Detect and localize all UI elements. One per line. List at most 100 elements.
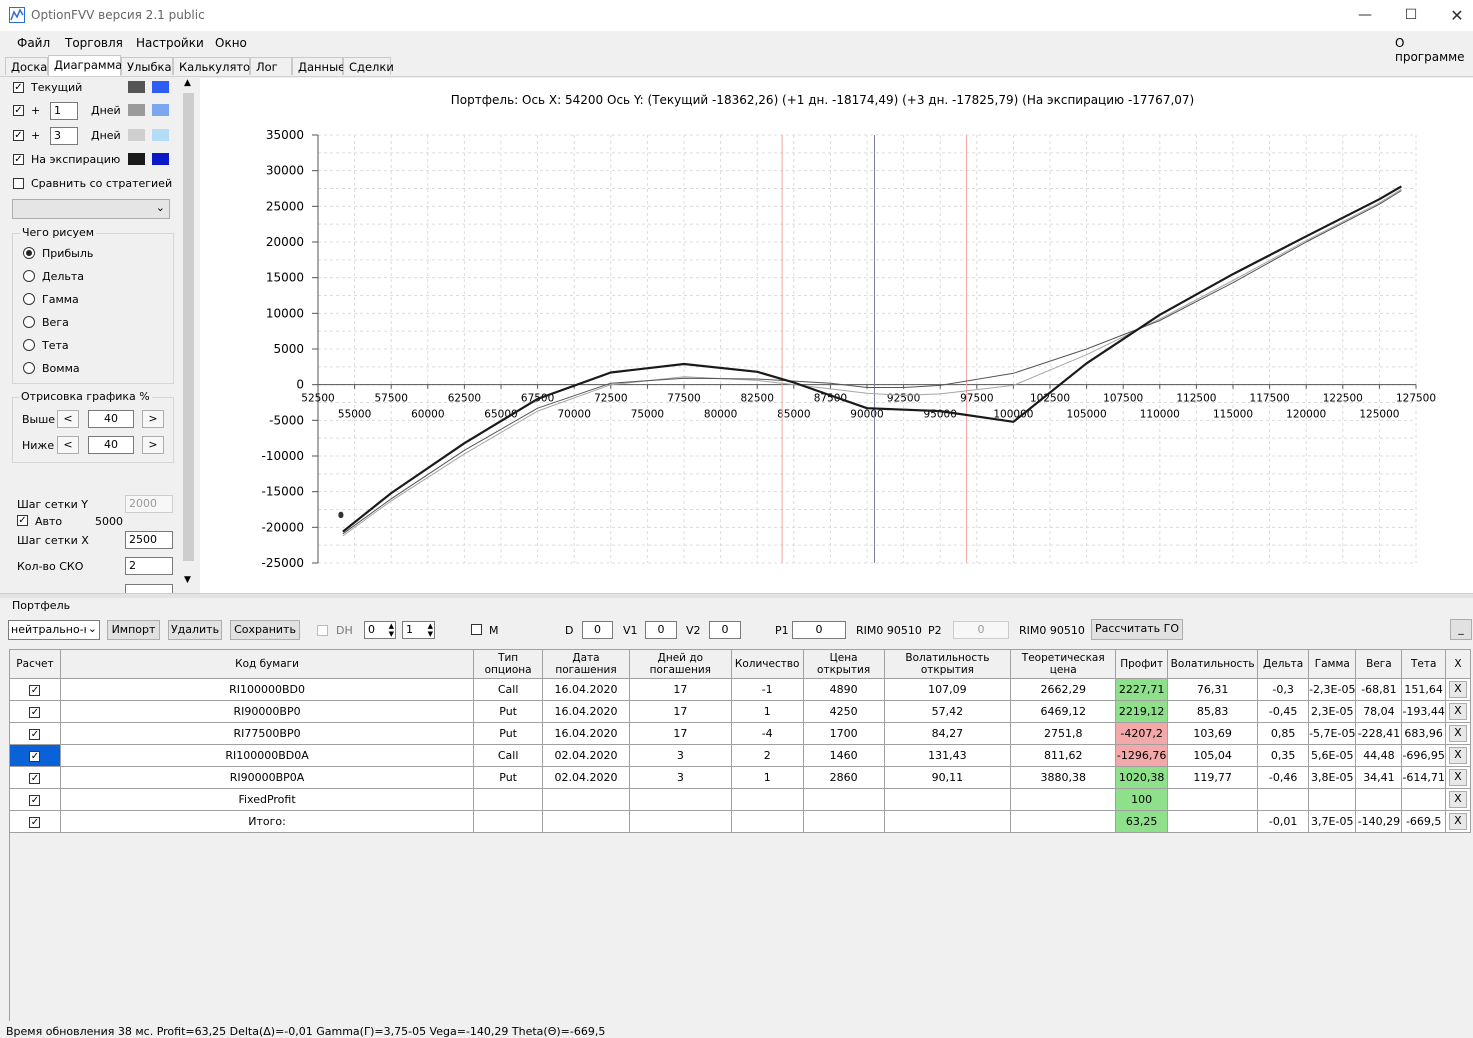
days1-color-swatch[interactable] [128,104,145,116]
days1-color-swatch-2[interactable] [152,104,169,116]
col-gamma[interactable]: Гамма [1308,649,1357,679]
table-row[interactable]: ✓ RI100000BD0A Call 02.04.2020 3 2 1460 131,43 8… [9,744,1472,767]
compare-checkbox[interactable] [13,178,24,189]
scroll-thumb[interactable] [183,93,194,561]
col-qty[interactable]: Количество [730,649,804,679]
days2-input[interactable]: 3 [50,127,78,145]
minimize-panel-button[interactable]: _ [1450,619,1472,640]
radio-delta[interactable] [23,270,35,282]
remove-row-button[interactable]: X [1448,813,1467,830]
strategy-compare-select[interactable]: ⌄ [12,199,170,219]
menu-settings[interactable]: Настройки [136,36,204,50]
tab-calculator[interactable]: Калькулятор [173,57,257,75]
tab-diagram[interactable]: Диаграмма [48,55,122,76]
v2-input[interactable]: 0 [709,621,741,639]
col-open-vol[interactable]: Волатильность открытия [883,649,1012,679]
maximize-button[interactable]: ☐ [1388,0,1434,31]
calc-checkbox-cell[interactable]: ✓ [9,810,61,833]
gridy-input[interactable]: 2000 [125,495,173,513]
remove-row-button[interactable]: X [1448,769,1467,786]
menu-trading[interactable]: Торговля [65,36,123,50]
col-remove[interactable]: X [1444,649,1472,679]
v1-input[interactable]: 0 [645,621,677,639]
remove-row-button[interactable]: X [1448,681,1467,698]
sko-input[interactable]: 2 [125,557,173,575]
radio-vega[interactable] [23,316,35,328]
days2-color-swatch-2[interactable] [152,129,169,141]
col-open-price[interactable]: Цена открытия [802,649,885,679]
col-theta[interactable]: Тета [1401,649,1446,679]
above-increase-button[interactable]: > [142,410,164,428]
days2-color-swatch[interactable] [128,129,145,141]
current-color-swatch-2[interactable] [152,81,169,93]
below-increase-button[interactable]: > [142,436,164,454]
below-input[interactable]: 40 [88,436,134,454]
calc-checkbox-cell[interactable]: ✓ [9,678,61,701]
col-expiry-date[interactable]: Дата погашения [542,649,630,679]
col-vega[interactable]: Вега [1355,649,1403,679]
scroll-down-icon[interactable]: ▼ [184,575,191,585]
table-row[interactable]: ✓ FixedProfit 100 X [9,788,1472,811]
calc-margin-button[interactable]: Рассчитать ГО [1091,619,1183,640]
next-input[interactable] [125,584,173,593]
col-days[interactable]: Дней до погашения [628,649,732,679]
spin2-input[interactable]: 1 ▲ ▼ [402,621,435,639]
splitter[interactable] [0,593,1473,598]
calc-checkbox[interactable]: ✓ [29,817,41,828]
tab-board[interactable]: Доска [5,57,48,75]
calc-checkbox[interactable]: ✓ [29,729,41,740]
calc-checkbox[interactable]: ✓ [29,751,41,762]
import-button[interactable]: Импорт [107,620,160,640]
spinner-icon[interactable]: ▲ ▼ [389,622,394,638]
spin1-input[interactable]: 0 ▲ ▼ [364,621,396,639]
gridx-input[interactable]: 2500 [125,531,173,549]
scroll-up-icon[interactable]: ▲ [184,78,191,88]
calc-checkbox[interactable]: ✓ [29,707,41,718]
delete-button[interactable]: Удалить [168,620,222,640]
radio-gamma[interactable] [23,293,35,305]
expiry-color-swatch[interactable] [128,153,145,165]
col-code[interactable]: Код бумаги [59,649,475,679]
tab-data[interactable]: Данные [292,57,345,75]
expiry-color-swatch-2[interactable] [152,153,169,165]
spinner-icon-2[interactable]: ▲ ▼ [428,622,433,638]
tab-smile[interactable]: Улыбка [121,57,173,75]
remove-row-button[interactable]: X [1448,703,1467,720]
plus-days1-checkbox[interactable]: ✓ [13,105,24,116]
left-scrollbar[interactable]: ▲ ▼ [181,77,196,589]
calc-checkbox[interactable]: ✓ [29,773,41,784]
calc-checkbox-cell[interactable]: ✓ [9,788,61,811]
menu-about[interactable]: О программе [1395,36,1473,64]
p1-input[interactable]: 0 [792,621,846,639]
radio-vomma[interactable] [23,362,35,374]
close-button[interactable]: ✕ [1434,0,1473,31]
remove-row-button[interactable]: X [1448,747,1467,764]
current-color-swatch[interactable] [128,81,145,93]
calc-checkbox-cell[interactable]: ✓ [9,766,61,789]
auto-checkbox[interactable]: ✓ [17,515,28,526]
calc-checkbox[interactable]: ✓ [29,795,41,806]
col-calc[interactable]: Расчет [9,649,61,679]
dh-checkbox[interactable] [317,625,328,636]
d-input[interactable]: 0 [582,621,613,639]
table-row[interactable]: ✓ RI90000BP0A Put 02.04.2020 3 1 2860 90,11 3880… [9,766,1472,789]
col-profit[interactable]: Профит [1115,649,1169,679]
tab-log[interactable]: Лог [250,57,292,75]
above-decrease-button[interactable]: < [57,410,79,428]
tab-deals[interactable]: Сделки [343,57,394,75]
table-row[interactable]: ✓ RI90000BP0 Put 16.04.2020 17 1 4250 57,42 6469… [9,700,1472,723]
menu-file[interactable]: Файл [17,36,50,50]
minimize-button[interactable]: — [1342,0,1388,31]
save-button[interactable]: Сохранить [230,620,300,640]
col-delta[interactable]: Дельта [1257,649,1310,679]
table-row[interactable]: ✓ RI100000BD0 Call 16.04.2020 17 -1 4890 107,09… [9,678,1472,701]
current-checkbox[interactable]: ✓ [13,82,24,93]
radio-theta[interactable] [23,339,35,351]
menu-window[interactable]: Окно [215,36,247,50]
radio-profit[interactable] [23,247,35,259]
calc-checkbox[interactable]: ✓ [29,685,41,696]
col-type[interactable]: Тип опциона [473,649,544,679]
col-theor-price[interactable]: Теоретическая цена [1010,649,1117,679]
table-row[interactable]: ✓ RI77500BP0 Put 16.04.2020 17 -4 1700 84,27 275… [9,722,1472,745]
table-row[interactable]: ✓ Итого: 63,25 -0,01 3,7E-05 -140,29 -669,5 X [9,810,1472,833]
